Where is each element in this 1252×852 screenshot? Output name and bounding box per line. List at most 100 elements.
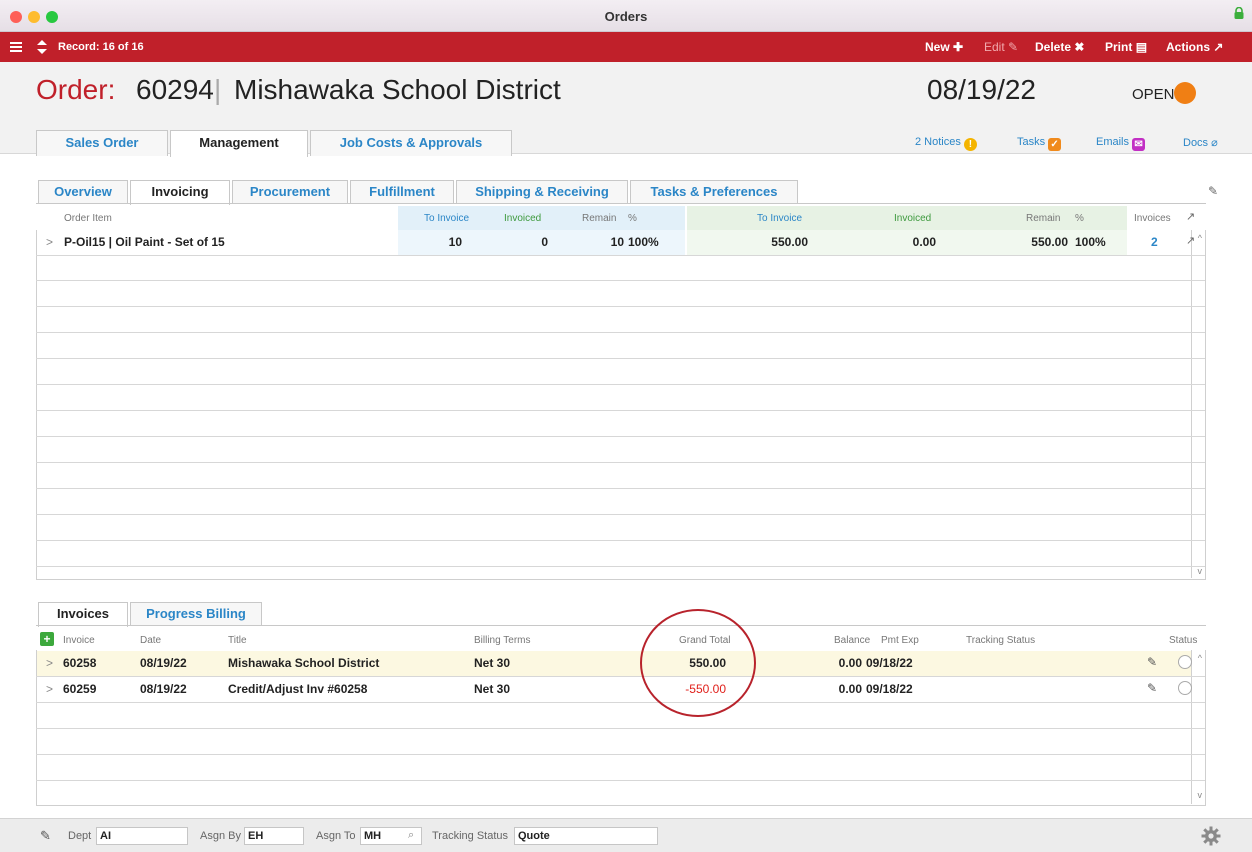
qty-pct: 100% <box>628 235 659 249</box>
add-invoice-button[interactable]: + <box>40 632 54 646</box>
invoice-date: 08/19/22 <box>140 656 187 670</box>
tab-job-costs-approvals[interactable]: Job Costs & Approvals <box>310 130 512 156</box>
row-divider <box>36 306 1205 307</box>
docs-link[interactable]: Docs ⌀ <box>1183 136 1218 149</box>
invoice-number: 60259 <box>63 682 97 696</box>
invoice-date: 08/19/22 <box>140 682 187 696</box>
col-qty-remain[interactable]: Remain <box>582 213 616 224</box>
col-status[interactable]: Status <box>1169 635 1197 646</box>
col-invoices[interactable]: Invoices <box>1134 213 1171 224</box>
row-divider <box>36 255 1205 256</box>
invoice-terms: Net 30 <box>474 656 511 670</box>
search-icon[interactable]: ⌕ <box>408 829 414 842</box>
subtab-overview[interactable]: Overview <box>38 180 128 204</box>
subtab-shipping-receiving[interactable]: Shipping & Receiving <box>456 180 628 204</box>
print-button[interactable]: Print ▤ <box>1105 40 1147 54</box>
open-row-icon[interactable]: ↗ <box>1186 234 1195 247</box>
invoice-title: Credit/Adjust Inv #60258 <box>228 682 368 696</box>
actions-button[interactable]: Actions ↗ <box>1166 40 1223 54</box>
order-status: OPEN <box>1132 86 1175 103</box>
menu-icon[interactable] <box>9 40 23 54</box>
tracking-status-field[interactable]: Quote <box>514 827 658 845</box>
asgn-by-field[interactable]: EH <box>244 827 304 845</box>
asgn-by-label: Asgn By <box>200 830 241 842</box>
docs-label: Docs <box>1183 137 1209 149</box>
x-icon: ✖ <box>1074 40 1085 54</box>
status-radio[interactable] <box>1178 681 1192 695</box>
col-tracking-status[interactable]: Tracking Status <box>966 635 1035 646</box>
qty-to-invoice: 10 <box>448 235 462 249</box>
edit-button[interactable]: Edit ✎ <box>984 40 1018 54</box>
tab-sales-order[interactable]: Sales Order <box>36 130 168 156</box>
order-items-grid: ^ v <box>36 230 1206 580</box>
scroll-down-icon[interactable]: v <box>1198 790 1203 800</box>
subtab-invoicing[interactable]: Invoicing <box>130 180 230 205</box>
col-amt-remain[interactable]: Remain <box>1026 213 1060 224</box>
emails-label: Emails <box>1096 136 1130 148</box>
tasks-label: Tasks <box>1017 136 1046 148</box>
pin-icon[interactable]: ✎ <box>1147 655 1157 669</box>
actions-label: Actions <box>1166 40 1211 54</box>
annotation-circle <box>640 609 756 717</box>
header-separator: | <box>214 74 222 105</box>
col-qty-invoiced[interactable]: Invoiced <box>504 213 541 224</box>
col-qty-to-invoice[interactable]: To Invoice <box>424 213 469 224</box>
tracking-status-label: Tracking Status <box>432 830 509 842</box>
notices-link[interactable]: 2 Notices! <box>915 136 977 151</box>
invoice-number: 60258 <box>63 656 97 670</box>
col-title[interactable]: Title <box>228 635 247 646</box>
col-amt-to-invoice[interactable]: To Invoice <box>757 213 802 224</box>
amt-invoiced: 0.00 <box>912 235 936 249</box>
col-order-item[interactable]: Order Item <box>64 213 112 224</box>
warning-icon: ! <box>963 138 977 151</box>
order-date: 08/19/22 <box>927 74 1036 105</box>
col-qty-pct[interactable]: % <box>628 213 637 224</box>
item-name: P-Oil15 | Oil Paint - Set of 15 <box>64 235 225 249</box>
lock-icon[interactable] <box>1234 7 1244 19</box>
tab-progress-billing[interactable]: Progress Billing <box>130 602 262 626</box>
status-indicator-icon[interactable] <box>1174 82 1196 104</box>
checkbox-icon: ✓ <box>1048 138 1062 151</box>
printer-icon: ▤ <box>1135 40 1148 54</box>
expand-icon[interactable]: ↗ <box>1186 210 1195 223</box>
col-pmt-exp[interactable]: Pmt Exp <box>881 635 919 646</box>
delete-button[interactable]: Delete ✖ <box>1035 40 1084 54</box>
scroll-up-icon[interactable]: ^ <box>1198 233 1202 243</box>
pin-icon[interactable]: ✎ <box>40 828 51 844</box>
col-invoice[interactable]: Invoice <box>63 635 95 646</box>
customer-name: Mishawaka School District <box>234 74 561 105</box>
col-balance[interactable]: Balance <box>834 635 870 646</box>
scroll-up-icon[interactable]: ^ <box>1198 653 1202 663</box>
row-expander[interactable]: > <box>46 682 53 696</box>
delete-label: Delete <box>1035 40 1072 54</box>
row-divider <box>36 462 1205 463</box>
record-toolbar: Record: 16 of 16 New ✚ Edit ✎ Delete ✖ P… <box>0 32 1252 62</box>
tasks-link[interactable]: Tasks ✓ <box>1017 136 1062 151</box>
col-billing-terms[interactable]: Billing Terms <box>474 635 531 646</box>
new-label: New <box>925 40 950 54</box>
col-date[interactable]: Date <box>140 635 161 646</box>
invoice-balance: 0.00 <box>838 656 862 670</box>
record-up-down-icon[interactable] <box>36 40 48 54</box>
subtab-procurement[interactable]: Procurement <box>232 180 348 204</box>
status-radio[interactable] <box>1178 655 1192 669</box>
dept-field[interactable]: AI <box>96 827 188 845</box>
invoice-pmt-exp: 09/18/22 <box>866 682 913 696</box>
subtab-fulfillment[interactable]: Fulfillment <box>350 180 454 204</box>
row-expander[interactable]: > <box>46 656 53 670</box>
gear-icon[interactable] <box>1201 826 1221 846</box>
pin-icon[interactable]: ✎ <box>1147 681 1157 695</box>
scroll-down-icon[interactable]: v <box>1198 566 1203 576</box>
pencil-icon: ✎ <box>1008 40 1019 54</box>
col-amt-pct[interactable]: % <box>1075 213 1084 224</box>
emails-link[interactable]: Emails ✉ <box>1096 136 1146 151</box>
tab-management[interactable]: Management <box>170 130 308 157</box>
tab-invoices[interactable]: Invoices <box>38 602 128 627</box>
new-button[interactable]: New ✚ <box>925 40 963 54</box>
items-scrollbar[interactable] <box>1191 230 1205 578</box>
col-amt-invoiced[interactable]: Invoiced <box>894 213 931 224</box>
invoices-count-link[interactable]: 2 <box>1151 235 1158 249</box>
pin-icon[interactable]: ✎ <box>1208 184 1218 198</box>
subtab-tasks-preferences[interactable]: Tasks & Preferences <box>630 180 798 204</box>
row-expander[interactable]: > <box>46 235 53 249</box>
